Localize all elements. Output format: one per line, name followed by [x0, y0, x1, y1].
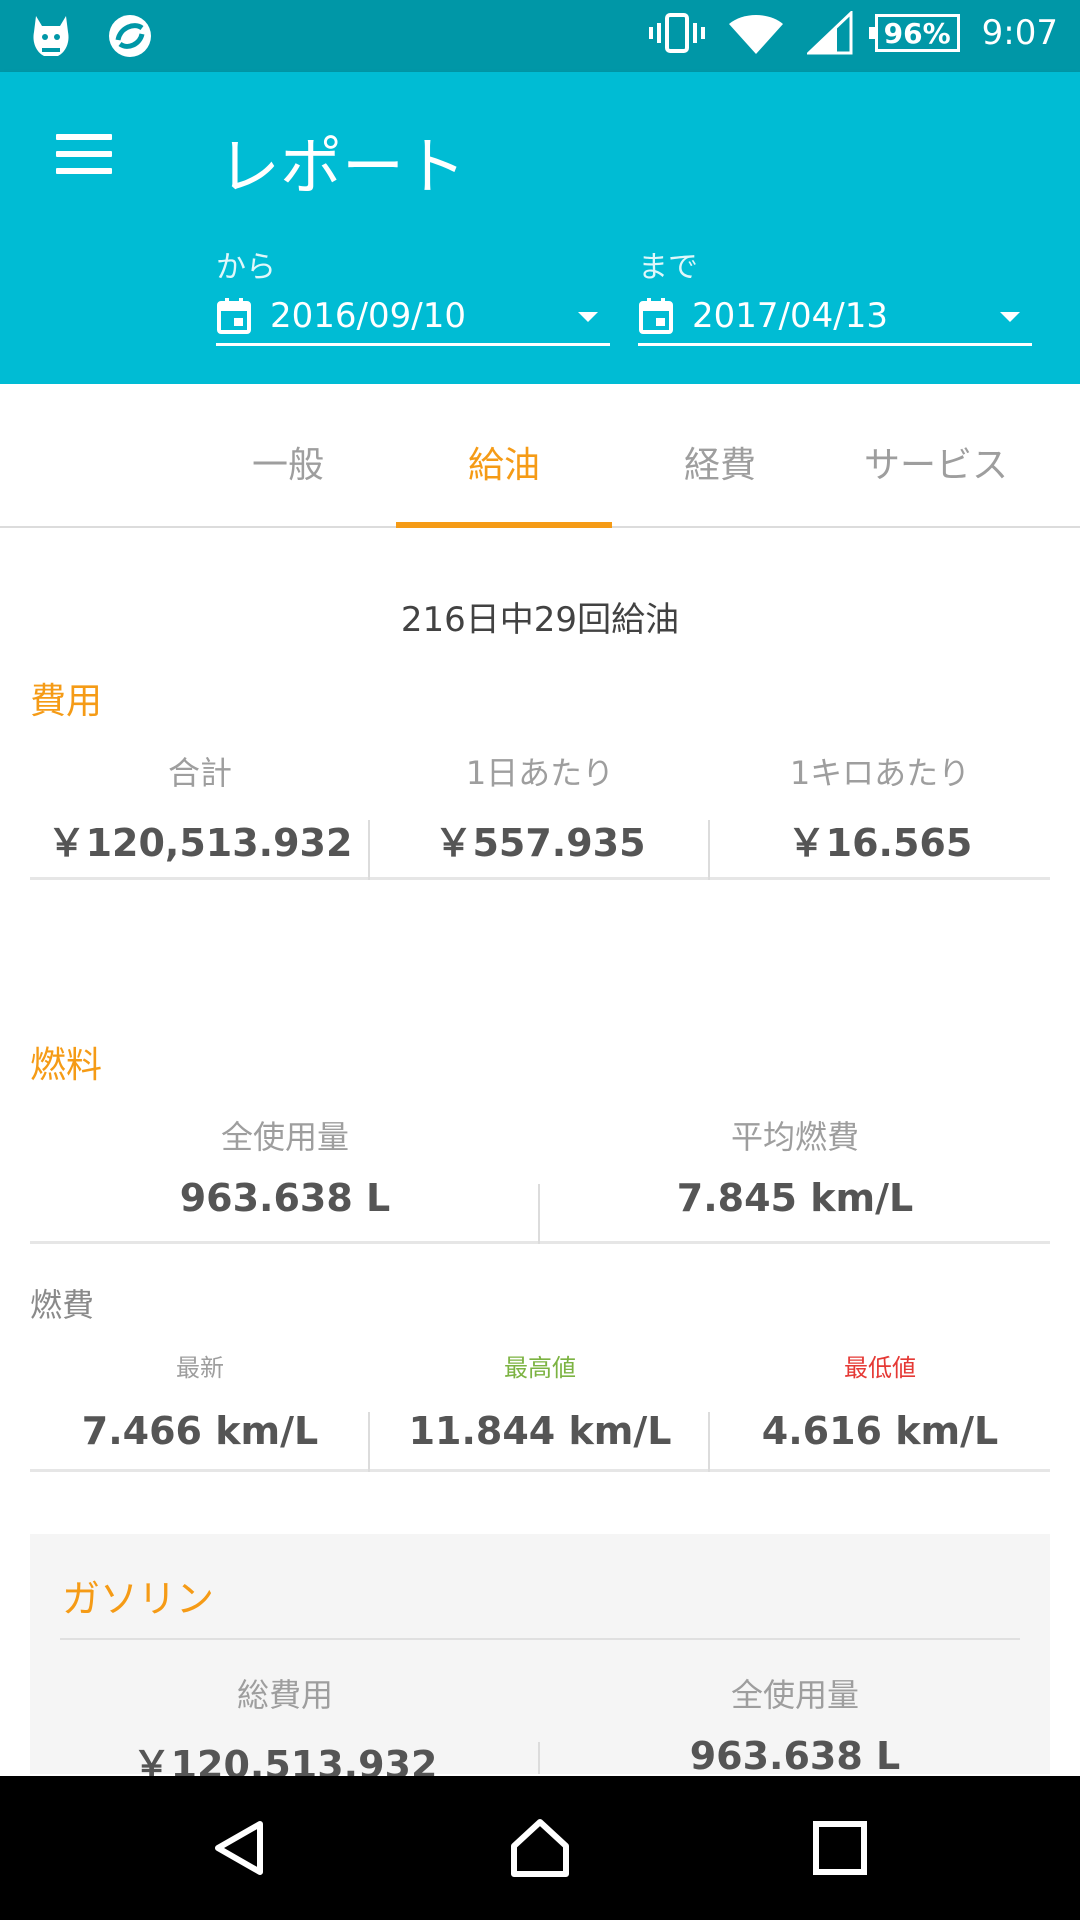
- tab-refuel[interactable]: 給油: [396, 436, 612, 488]
- cost-per-day-value: ￥557.935: [434, 821, 646, 865]
- fuel-avg-efficiency-value: 7.845 km/L: [676, 1176, 914, 1220]
- home-button[interactable]: [480, 1776, 600, 1920]
- tab-general[interactable]: 一般: [180, 436, 396, 488]
- from-date-value: 2016/09/10: [270, 295, 466, 336]
- page-title: レポート: [218, 130, 467, 203]
- refuel-summary: 216日中29回給油: [400, 600, 680, 640]
- fuel-stats: 全使用量 963.638 L 平均燃費 7.845 km/L: [30, 1112, 1050, 1244]
- active-tab-indicator: [396, 522, 612, 528]
- cost-per-km-label: 1キロあたり: [789, 754, 971, 792]
- vibrate-icon: [648, 13, 705, 53]
- cost-total-value: ￥120,513.932: [47, 821, 353, 865]
- cost-section-title: 費用: [30, 681, 103, 722]
- fuel-total-usage-label: 全使用量: [220, 1118, 349, 1156]
- cost-total-label: 合計: [167, 754, 232, 792]
- back-icon: [215, 1821, 263, 1875]
- recents-icon: [813, 1821, 867, 1875]
- clock: 9:07: [981, 13, 1058, 53]
- efficiency-latest: 最新 7.466 km/L: [30, 1348, 370, 1453]
- from-date-picker[interactable]: から 2016/09/10: [216, 242, 610, 346]
- divider: [60, 1638, 1020, 1640]
- cost-total: 合計 ￥120,513.932: [30, 748, 370, 867]
- app-bar: レポート から 2016/09/10 まで 2017/04/13: [0, 72, 1080, 384]
- wifi-icon: [728, 15, 783, 54]
- efficiency-latest-label: 最新: [176, 1354, 224, 1382]
- gasoline-total-usage: 全使用量 963.638 L: [540, 1670, 1050, 1778]
- fuel-total-usage-value: 963.638 L: [179, 1176, 391, 1220]
- tab-service[interactable]: サービス: [828, 436, 1044, 488]
- efficiency-section-title: 燃費: [30, 1286, 95, 1324]
- fuel-avg-efficiency-label: 平均燃費: [730, 1118, 859, 1156]
- chevron-down-icon: [1000, 312, 1020, 322]
- cost-per-km-value: ￥16.565: [787, 821, 973, 865]
- to-date-label: まで: [638, 250, 698, 285]
- gasoline-total-cost: 総費用 ￥120,513.932: [30, 1670, 540, 1789]
- home-icon: [511, 1819, 569, 1877]
- gasoline-total-cost-label: 総費用: [236, 1676, 333, 1714]
- efficiency-min-value: 4.616 km/L: [761, 1409, 999, 1453]
- efficiency-max-value: 11.844 km/L: [408, 1409, 672, 1453]
- to-date-value: 2017/04/13: [692, 295, 888, 336]
- signal-icon: [806, 11, 853, 55]
- battery-level: 96%: [883, 16, 951, 50]
- to-date-row[interactable]: 2017/04/13: [638, 294, 1032, 346]
- report-tabs: 一般 給油 経費 サービス: [0, 384, 1080, 528]
- menu-icon[interactable]: [56, 134, 112, 174]
- sync-icon: [109, 15, 151, 57]
- gasoline-total-usage-value: 963.638 L: [689, 1734, 901, 1778]
- cost-stats: 合計 ￥120,513.932 1日あたり ￥557.935 1キロあたり ￥1…: [30, 748, 1050, 880]
- status-right-icons: 96% 9:07: [648, 10, 1058, 56]
- fuel-avg-efficiency: 平均燃費 7.845 km/L: [540, 1112, 1050, 1220]
- efficiency-min: 最低値 4.616 km/L: [710, 1348, 1050, 1453]
- efficiency-latest-value: 7.466 km/L: [81, 1409, 319, 1453]
- fuel-section-title: 燃料: [30, 1045, 103, 1086]
- from-date-label: から: [216, 250, 276, 285]
- fuel-total-usage: 全使用量 963.638 L: [30, 1112, 540, 1220]
- cost-per-day-label: 1日あたり: [465, 754, 615, 792]
- status-left-icons: [28, 12, 154, 60]
- from-date-row[interactable]: 2016/09/10: [216, 294, 610, 346]
- status-bar: 96% 9:07: [0, 0, 1080, 72]
- mascot-icon: [33, 16, 69, 56]
- battery-icon: 96%: [868, 14, 960, 52]
- efficiency-max: 最高値 11.844 km/L: [370, 1348, 710, 1453]
- recents-button[interactable]: [780, 1776, 900, 1920]
- gasoline-card: ガソリン 総費用 ￥120,513.932 全使用量 963.638 L: [30, 1534, 1050, 1787]
- calendar-icon: [639, 297, 673, 334]
- to-date-picker[interactable]: まで 2017/04/13: [638, 242, 1032, 346]
- tab-expenses[interactable]: 経費: [612, 436, 828, 488]
- gasoline-card-title: ガソリン: [62, 1577, 215, 1621]
- cost-per-day: 1日あたり ￥557.935: [370, 748, 710, 867]
- back-button[interactable]: [180, 1776, 300, 1920]
- efficiency-stats: 最新 7.466 km/L 最高値 11.844 km/L 最低値 4.616 …: [30, 1348, 1050, 1472]
- cost-per-km: 1キロあたり ￥16.565: [710, 748, 1050, 867]
- efficiency-min-label: 最低値: [844, 1354, 916, 1382]
- gasoline-total-usage-label: 全使用量: [730, 1676, 859, 1714]
- calendar-icon: [217, 297, 251, 334]
- navigation-bar: [0, 1776, 1080, 1920]
- efficiency-max-label: 最高値: [504, 1354, 576, 1382]
- chevron-down-icon: [578, 312, 598, 322]
